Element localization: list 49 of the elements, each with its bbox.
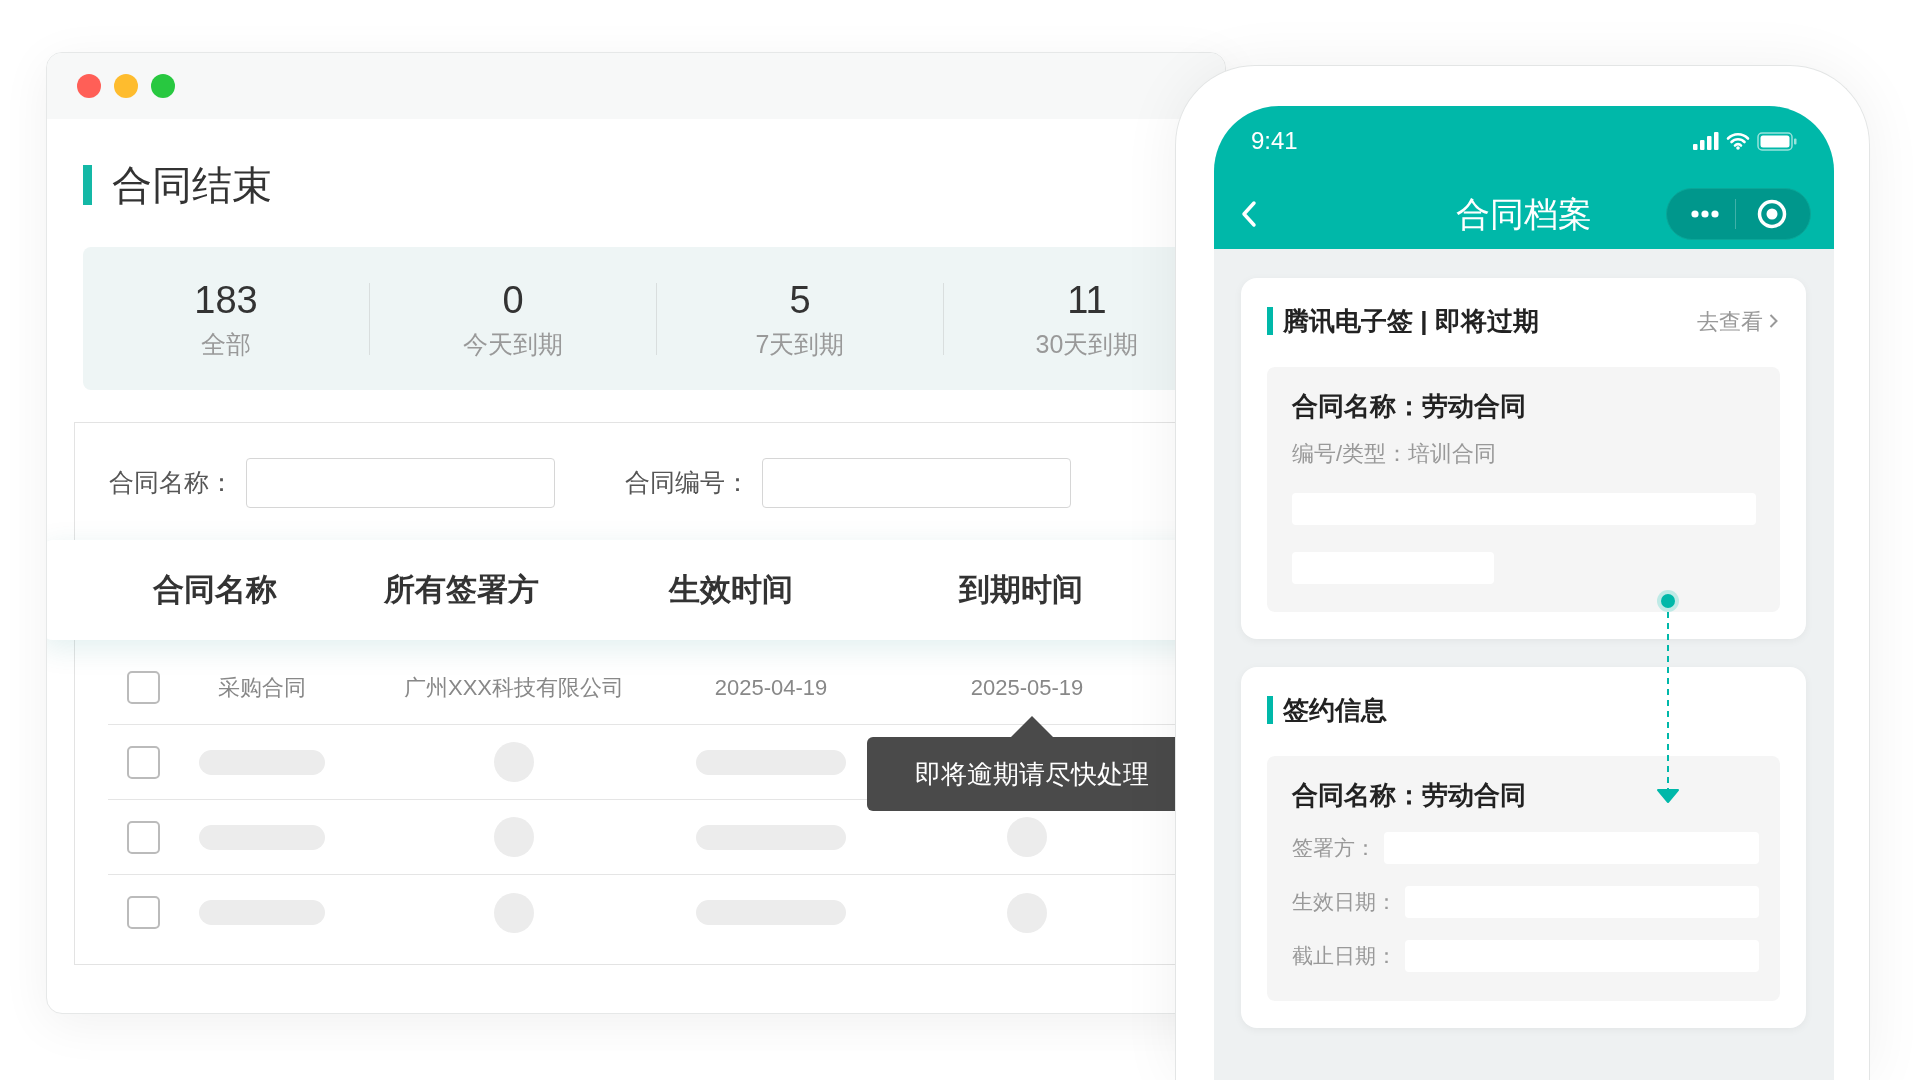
signal-icon <box>1693 132 1719 150</box>
field-label: 生效日期： <box>1292 889 1397 916</box>
column-header: 所有签署方 <box>382 570 540 609</box>
checkbox[interactable] <box>127 745 160 779</box>
checkbox[interactable] <box>127 820 160 854</box>
back-icon[interactable] <box>1240 200 1258 228</box>
contract-name: 合同名称：劳动合同 <box>1292 390 1527 423</box>
stat-value: 183 <box>194 277 258 323</box>
wifi-icon <box>1726 132 1750 150</box>
field-label: 合同名称： <box>109 467 234 499</box>
accent-bar <box>1267 696 1273 724</box>
stat-value: 11 <box>1067 277 1107 323</box>
accent-bar <box>83 165 92 205</box>
contract-name: 合同名称：劳动合同 <box>1292 779 1527 812</box>
close-button[interactable] <box>77 74 101 98</box>
stat-label: 30天到期 <box>1035 328 1139 360</box>
status-time: 9:41 <box>1251 126 1298 156</box>
stat-label: 全部 <box>201 328 251 360</box>
stat-value: 0 <box>502 277 524 323</box>
card-title: 签约信息 <box>1283 693 1387 727</box>
table-cell-text: 2025-05-19 <box>969 673 1085 702</box>
minimize-button[interactable] <box>114 74 138 98</box>
target-icon[interactable] <box>1756 198 1788 230</box>
table-cell-text: 广州XXX科技有限公司 <box>403 673 625 702</box>
page-title: 合同结束 <box>112 165 272 205</box>
battery-icon <box>1757 131 1797 151</box>
stat-label: 7天到期 <box>755 328 845 360</box>
chevron-right-icon <box>1769 313 1778 329</box>
accent-bar <box>1267 307 1273 335</box>
field-label: 签署方： <box>1292 835 1376 862</box>
more-icon[interactable] <box>1691 210 1719 218</box>
column-header: 到期时间 <box>957 570 1084 609</box>
view-link[interactable]: 去查看 <box>1697 304 1778 338</box>
checkbox[interactable] <box>127 670 160 704</box>
table-cell-text: 2025-04-19 <box>713 673 829 702</box>
card-title: 腾讯电子签 | 即将过期 <box>1283 304 1539 338</box>
checkbox[interactable] <box>127 896 160 929</box>
column-header: 生效时间 <box>667 570 794 609</box>
table-cell-text: 采购合同 <box>217 673 307 702</box>
zoom-button[interactable] <box>151 74 175 98</box>
field-label: 合同编号： <box>625 467 750 499</box>
input-field[interactable] <box>246 458 555 508</box>
contract-type: 编号/类型：培训合同 <box>1292 440 1498 468</box>
column-header: 合同名称 <box>152 570 278 609</box>
input-field[interactable] <box>762 458 1071 508</box>
nav-title: 合同档案 <box>1455 193 1593 235</box>
stat-value: 5 <box>789 277 811 323</box>
field-label: 截止日期： <box>1292 943 1397 970</box>
stat-label: 今天到期 <box>463 328 563 360</box>
